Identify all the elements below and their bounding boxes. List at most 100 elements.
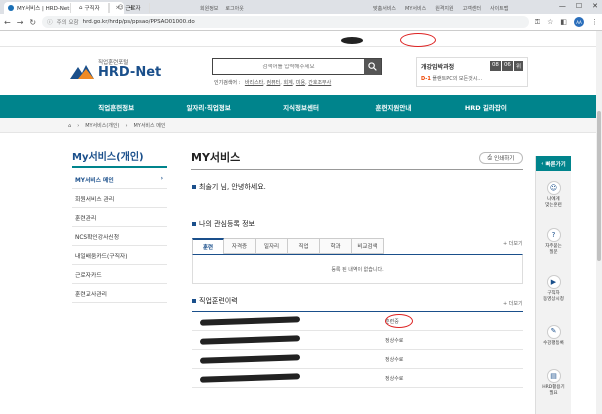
keyword-link[interactable]: 컴퓨터 <box>266 80 280 86</box>
person-icon: ☺ <box>546 180 561 195</box>
member-info-link[interactable]: 회원정보 <box>200 5 218 12</box>
redacted-course-name <box>199 354 301 364</box>
key-icon[interactable]: ⚿ <box>535 18 540 27</box>
custom-service-link[interactable]: 맞춤서비스 <box>373 5 396 12</box>
logo-mark-icon <box>70 65 94 79</box>
chevron-right-icon: › <box>77 122 80 129</box>
redaction-mark <box>341 37 363 44</box>
redacted-username <box>340 5 364 12</box>
window-controls: — ☐ ✕ <box>559 2 598 10</box>
home-icon[interactable]: ⌂ <box>68 123 71 129</box>
sidebar-item-card[interactable]: 내일배움카드(구직자) <box>72 246 167 265</box>
main-navigation: 직업훈련정보 일자리·직업정보 지식정보센터 훈련지원안내 HRD 길라잡이 <box>0 95 602 118</box>
notice-text: D-1 플랜트PC의 모든것시... <box>421 76 483 82</box>
quick-item-faq[interactable]: ? 자주묻는 질문 <box>536 218 571 265</box>
divider <box>72 166 167 168</box>
star-icon[interactable]: ☆ <box>547 18 553 26</box>
sidebar-item-training[interactable]: 훈련관리 <box>72 208 167 227</box>
keyword-link[interactable]: 간호조무사 <box>308 80 331 86</box>
close-window-button[interactable]: ✕ <box>592 2 598 10</box>
tab-occupation[interactable]: 직업 <box>288 238 320 254</box>
extension-icon[interactable]: ◧ <box>560 18 567 26</box>
chevron-right-icon: › <box>160 176 163 182</box>
member-links: 회원정보 로그아웃 <box>200 5 244 12</box>
business-tab[interactable]: ☺ 근로자 <box>108 3 150 13</box>
nav-knowledge-center[interactable]: 지식정보센터 <box>255 102 347 112</box>
profile-avatar[interactable]: AA <box>574 17 584 27</box>
tab-certificate[interactable]: 자격증 <box>224 238 256 254</box>
status-text: 정상수료 <box>385 357 404 363</box>
minimize-button[interactable]: — <box>559 2 566 10</box>
customer-center-link[interactable]: 고객센터 <box>463 5 481 12</box>
upcoming-course-box[interactable]: 개강임박과정 08 06 위 D-1 플랜트PC의 모든것시... <box>416 57 528 87</box>
video-icon: ▶ <box>546 274 561 289</box>
back-icon[interactable]: ← <box>4 18 11 27</box>
site-logo[interactable]: 직업훈련포털 HRD-Net <box>70 55 161 83</box>
logout-link[interactable]: 로그아웃 <box>225 5 243 12</box>
tab-training[interactable]: 훈련 <box>192 238 224 254</box>
more-link[interactable]: + 더보기 <box>503 300 523 307</box>
print-button[interactable]: ⎙ 인쇄하기 <box>479 152 523 164</box>
reload-icon[interactable]: ↻ <box>29 18 36 27</box>
keyword-link[interactable]: 회계 <box>283 80 292 86</box>
maximize-button[interactable]: ☐ <box>576 2 582 10</box>
url-field[interactable]: ⓘ 주의 요함 hrd.go.kr/hrdp/ps/ppsao/PPSAO010… <box>42 16 529 28</box>
notice-title: 개강임박과정 <box>421 63 455 71</box>
home-icon: ⌂ <box>79 5 83 11</box>
redacted-course-name <box>199 373 301 383</box>
question-icon: ? <box>546 227 561 242</box>
sidebar-item-main[interactable]: MY서비스 메인 › <box>72 170 167 189</box>
my-service-link[interactable]: MY서비스 <box>405 5 426 12</box>
nav-support-guide[interactable]: 훈련지원안내 <box>347 102 439 112</box>
user-icon: ☺ <box>117 5 124 11</box>
quick-menu: ‹ 빠른가기 ☺ 나에게 맞는훈련 ? 자주묻는 질문 ▶ 구직자 동영상시청 ✎ 수강… <box>535 156 571 414</box>
sitemap-link[interactable]: 사이트맵 <box>490 5 508 12</box>
nav-job-info[interactable]: 일자리·직업정보 <box>162 102 254 112</box>
keyword-link[interactable]: 미용 <box>296 80 305 86</box>
more-link[interactable]: + 더보기 <box>503 240 523 247</box>
sidebar-item-teacher[interactable]: 훈련교사관리 <box>72 284 167 303</box>
pencil-icon: ✎ <box>546 324 561 339</box>
nav-training-info[interactable]: 직업훈련정보 <box>70 102 162 112</box>
scrollbar-thumb[interactable] <box>597 111 601 261</box>
quick-item-review[interactable]: ✎ 수강평등록 <box>536 312 571 359</box>
divider <box>191 169 523 170</box>
search-icon <box>368 62 377 71</box>
member-type-tabs: ⌂ 구직자 ☺ 근로자 <box>70 3 150 13</box>
section-title-history: 직업훈련이력 <box>192 296 238 306</box>
page-title: MY서비스 <box>191 151 241 164</box>
breadcrumb-item[interactable]: MY서비스(개인) <box>85 122 119 129</box>
breadcrumb-item[interactable]: MY서비스 메인 <box>133 122 165 129</box>
quick-item-video[interactable]: ▶ 구직자 동영상시청 <box>536 265 571 312</box>
service-links: 맞춤서비스 MY서비스 원격지원 고객센터 사이트맵 <box>340 5 508 12</box>
bullet-icon <box>192 222 196 226</box>
table-row[interactable]: 훈련중 <box>192 312 523 331</box>
security-label: 주의 요함 <box>56 20 79 26</box>
individual-tab[interactable]: ⌂ 구직자 <box>70 3 109 13</box>
url-text: hrd.go.kr/hrdp/ps/ppsao/PPSAO01000.do <box>82 19 195 25</box>
sidebar-item-ncs[interactable]: NCS확인강사신청 <box>72 227 167 246</box>
quick-item-recommend[interactable]: ☺ 나에게 맞는훈련 <box>536 171 571 218</box>
remote-support-link[interactable]: 원격지원 <box>435 5 453 12</box>
table-row[interactable]: 정상수료 <box>192 350 523 369</box>
chevron-left-icon: ‹ <box>541 160 544 167</box>
table-row[interactable]: 정상수료 <box>192 331 523 350</box>
menu-icon[interactable]: ⋮ <box>591 18 598 26</box>
scrollbar[interactable] <box>596 31 602 414</box>
search-button[interactable] <box>364 58 381 75</box>
forward-icon[interactable]: → <box>17 18 24 27</box>
tab-compare[interactable]: 비교검색 <box>352 238 384 254</box>
table-row[interactable]: 정상수료 <box>192 369 523 388</box>
sidebar-item-member[interactable]: 회원서비스 관리 <box>72 189 167 208</box>
bullet-icon <box>192 299 196 303</box>
quick-item-hrd[interactable]: ▤ HRD활용기 필요 <box>536 359 571 406</box>
tab-job[interactable]: 일자리 <box>256 238 288 254</box>
notice-date: 08 06 위 <box>489 61 523 71</box>
tab-major[interactable]: 학과 <box>320 238 352 254</box>
sidebar-item-worker-card[interactable]: 근로자카드 <box>72 265 167 284</box>
search-input[interactable] <box>213 63 364 70</box>
search-box <box>212 58 382 75</box>
keyword-link[interactable]: 바리스타 <box>245 80 263 86</box>
nav-hrd-guide[interactable]: HRD 길라잡이 <box>440 102 532 112</box>
redacted-course-name <box>199 335 301 345</box>
